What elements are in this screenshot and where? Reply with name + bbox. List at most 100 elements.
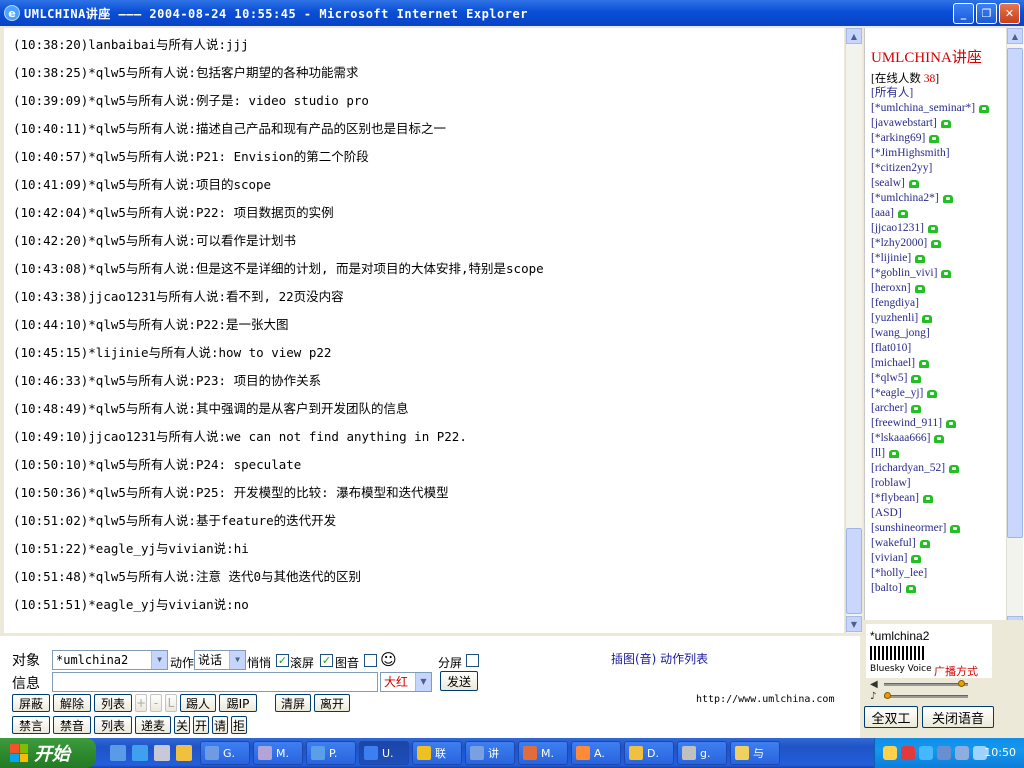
- control-button[interactable]: 屏蔽: [12, 694, 50, 712]
- userlist-scrollbar[interactable]: ▲ ▼: [1006, 28, 1023, 633]
- media-player-icon[interactable]: [110, 745, 126, 761]
- control-button[interactable]: 递麦: [135, 716, 171, 734]
- user-list-item[interactable]: [wang_jong]: [871, 326, 1011, 341]
- taskbar-button[interactable]: 讲: [465, 741, 515, 765]
- emoji-checkbox[interactable]: [364, 654, 377, 667]
- user-list-item[interactable]: [vivian]: [871, 551, 1011, 566]
- chat-user[interactable]: *qlw5: [88, 261, 126, 276]
- volume-slider-track[interactable]: [884, 683, 968, 686]
- chevron-down-icon[interactable]: ▼: [415, 673, 431, 691]
- chat-user[interactable]: jjcao1231: [88, 429, 156, 444]
- chevron-down-icon[interactable]: ▼: [229, 651, 245, 669]
- control-button[interactable]: 拒: [231, 716, 247, 734]
- control-button[interactable]: -: [150, 694, 162, 712]
- close-voice-button[interactable]: 关闭语音: [922, 706, 994, 728]
- taskbar-button[interactable]: A.: [571, 741, 621, 765]
- user-list-item[interactable]: [balto]: [871, 581, 1011, 596]
- user-list-item[interactable]: [freewind_911]: [871, 416, 1011, 431]
- user-list-item[interactable]: [*citizen2yy]: [871, 161, 1011, 176]
- site-url[interactable]: http://www.umlchina.com: [696, 694, 834, 705]
- control-button[interactable]: 禁音: [53, 716, 91, 734]
- user-list-item[interactable]: [*lijinie]: [871, 251, 1011, 266]
- control-button[interactable]: 关: [174, 716, 190, 734]
- chat-user[interactable]: *qlw5: [88, 373, 126, 388]
- ie-quicklaunch-icon[interactable]: [132, 745, 148, 761]
- scroll-checkbox[interactable]: ✓: [276, 654, 289, 667]
- explorer-icon[interactable]: [176, 745, 192, 761]
- insert-media-link[interactable]: 插图(音) 动作列表: [611, 650, 708, 667]
- user-list-item[interactable]: [*JimHighsmith]: [871, 146, 1011, 161]
- taskbar-button[interactable]: P.: [306, 741, 356, 765]
- control-button[interactable]: 踢IP: [219, 694, 257, 712]
- chevron-down-icon[interactable]: ▼: [151, 651, 167, 669]
- user-list-item[interactable]: [*holly_lee]: [871, 566, 1011, 581]
- scroll-down-arrow[interactable]: ▼: [846, 616, 862, 632]
- taskbar-button[interactable]: g.: [677, 741, 727, 765]
- chat-user[interactable]: *qlw5: [88, 569, 126, 584]
- taskbar-button[interactable]: D.: [624, 741, 674, 765]
- tray-icon-2[interactable]: [901, 746, 915, 760]
- user-list-item[interactable]: [*flybean]: [871, 491, 1011, 506]
- target-select[interactable]: *umlchina2 ▼: [52, 650, 168, 670]
- control-button[interactable]: +: [135, 694, 147, 712]
- control-button[interactable]: 列表: [94, 716, 132, 734]
- user-list-item[interactable]: [wakeful]: [871, 536, 1011, 551]
- desktop-icon[interactable]: [154, 745, 170, 761]
- volume-slider-knob[interactable]: [958, 680, 965, 687]
- network-icon[interactable]: [937, 746, 951, 760]
- send-button[interactable]: 发送: [440, 671, 478, 691]
- chat-user[interactable]: lanbaibai: [88, 37, 156, 52]
- user-list-item[interactable]: [*lzhy2000]: [871, 236, 1011, 251]
- user-list-item[interactable]: [ASD]: [871, 506, 1011, 521]
- taskbar-button[interactable]: M.: [518, 741, 568, 765]
- user-list-item[interactable]: [richardyan_52]: [871, 461, 1011, 476]
- user-list-item[interactable]: [*umlchina2*]: [871, 191, 1011, 206]
- control-button[interactable]: 开: [193, 716, 209, 734]
- control-button[interactable]: 解除: [53, 694, 91, 712]
- image-checkbox[interactable]: ✓: [320, 654, 333, 667]
- user-list-item[interactable]: [所有人]: [871, 86, 1011, 101]
- user-list-item[interactable]: [flat010]: [871, 341, 1011, 356]
- control-button[interactable]: 请: [212, 716, 228, 734]
- scroll-thumb[interactable]: [846, 528, 862, 614]
- close-button[interactable]: ✕: [999, 3, 1020, 24]
- chat-user[interactable]: *qlw5: [88, 93, 126, 108]
- chat-user[interactable]: *lijinie: [88, 345, 148, 360]
- user-list-item[interactable]: [*qlw5]: [871, 371, 1011, 386]
- smiley-icon[interactable]: ☺: [380, 650, 397, 669]
- user-list-item[interactable]: [*goblin_vivi]: [871, 266, 1011, 281]
- mic-slider-track[interactable]: [884, 695, 968, 698]
- control-button[interactable]: 踢人: [180, 694, 216, 712]
- chat-user[interactable]: *qlw5: [88, 317, 126, 332]
- chat-user[interactable]: *qlw5: [88, 149, 126, 164]
- user-list-item[interactable]: [roblaw]: [871, 476, 1011, 491]
- user-list-item[interactable]: [sealw]: [871, 176, 1011, 191]
- control-button[interactable]: 列表: [94, 694, 132, 712]
- color-select[interactable]: 大红 ▼: [380, 672, 432, 692]
- user-list-item[interactable]: [heroxn]: [871, 281, 1011, 296]
- minimize-button[interactable]: _: [953, 3, 974, 24]
- chat-user[interactable]: *qlw5: [88, 513, 126, 528]
- chat-user[interactable]: *eagle_yj: [88, 541, 156, 556]
- control-button[interactable]: L: [165, 694, 177, 712]
- user-list-item[interactable]: [aaa]: [871, 206, 1011, 221]
- chat-user[interactable]: *qlw5: [88, 401, 126, 416]
- chat-user[interactable]: *qlw5: [88, 177, 126, 192]
- volume-tray-icon[interactable]: [955, 746, 969, 760]
- message-input[interactable]: [52, 672, 378, 692]
- user-list-item[interactable]: [jjcao1231]: [871, 221, 1011, 236]
- user-list-item[interactable]: [*eagle_yj]: [871, 386, 1011, 401]
- start-button[interactable]: 开始: [0, 738, 96, 768]
- scroll-up-arrow[interactable]: ▲: [846, 28, 862, 44]
- chat-user[interactable]: *qlw5: [88, 233, 126, 248]
- taskbar-button[interactable]: G.: [200, 741, 250, 765]
- full-duplex-button[interactable]: 全双工: [864, 706, 918, 728]
- chat-user[interactable]: *eagle_yj: [88, 597, 156, 612]
- control-button[interactable]: 清屏: [275, 694, 311, 712]
- taskbar-button[interactable]: U.: [359, 741, 409, 765]
- tray-icon-3[interactable]: [919, 746, 933, 760]
- scroll-up-arrow[interactable]: ▲: [1007, 28, 1023, 44]
- taskbar-button[interactable]: M.: [253, 741, 303, 765]
- user-list-item[interactable]: [*arking69]: [871, 131, 1011, 146]
- control-button[interactable]: 离开: [314, 694, 350, 712]
